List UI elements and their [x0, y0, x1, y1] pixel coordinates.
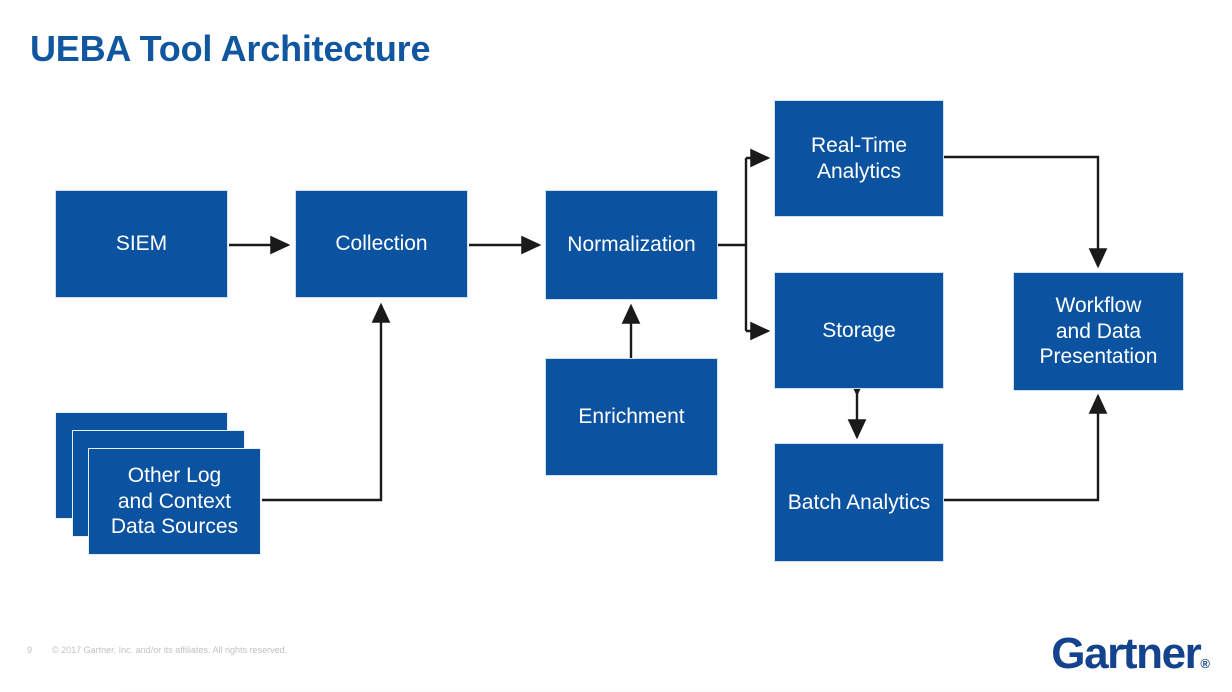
connector-sources-to-collection [262, 302, 391, 502]
connector-normalization-split [718, 148, 771, 341]
connector-batch-to-workflow [944, 393, 1108, 502]
slide-canvas: UEBA Tool Architecture SIEM Collection N… [0, 0, 1232, 692]
node-storage-label: Storage [822, 318, 896, 342]
node-realtime-line2: Analytics [816, 159, 901, 183]
node-siem[interactable]: SIEM [55, 190, 228, 298]
node-siem-label: SIEM [115, 232, 168, 256]
node-workflow-line3: Presentation [1039, 345, 1158, 369]
node-batch-analytics-label: Batch Analytics [787, 490, 931, 514]
node-workflow-line2: and Data [1055, 319, 1142, 343]
stack-sheet-front: Other Log and Context Data Sources [88, 448, 261, 555]
node-collection[interactable]: Collection [295, 190, 468, 298]
node-other-sources-label: Other Log and Context Data Sources [111, 463, 238, 540]
node-enrichment-label: Enrichment [578, 405, 685, 429]
page-number: 9 [27, 645, 33, 655]
connector-realtime-to-workflow [944, 155, 1108, 269]
node-enrichment[interactable]: Enrichment [545, 358, 718, 476]
node-collection-label: Collection [335, 232, 428, 256]
node-other-sources-line1: Other Log [127, 464, 222, 488]
node-other-log-and-context-data-sources[interactable]: Other Log and Context Data Sources [55, 412, 263, 556]
gartner-logo-text: Gartner [1051, 629, 1202, 678]
gartner-logo: Gartner® [1051, 632, 1210, 676]
node-normalization[interactable]: Normalization [545, 190, 718, 300]
node-storage[interactable]: Storage [774, 272, 944, 389]
node-normalization-label: Normalization [567, 233, 696, 257]
node-other-sources-line2: and Context [117, 489, 232, 513]
node-real-time-analytics[interactable]: Real-Time Analytics [774, 100, 944, 217]
node-batch-analytics[interactable]: Batch Analytics [774, 443, 944, 562]
node-workflow-label: Workflow and Data Presentation [1034, 293, 1164, 370]
node-real-time-analytics-label: Real-Time Analytics [805, 133, 913, 184]
registered-trademark-icon: ® [1200, 656, 1210, 671]
node-other-sources-line3: Data Sources [110, 515, 239, 539]
copyright-notice: © 2017 Gartner, Inc. and/or its affiliat… [52, 645, 288, 655]
node-workflow-and-data-presentation[interactable]: Workflow and Data Presentation [1013, 272, 1184, 391]
architecture-diagram: SIEM Collection Normalization Enrichment… [0, 0, 1232, 692]
node-realtime-line1: Real-Time [810, 133, 908, 157]
node-workflow-line1: Workflow [1055, 294, 1142, 318]
slide-footer: 9 © 2017 Gartner, Inc. and/or its affili… [0, 632, 1232, 692]
